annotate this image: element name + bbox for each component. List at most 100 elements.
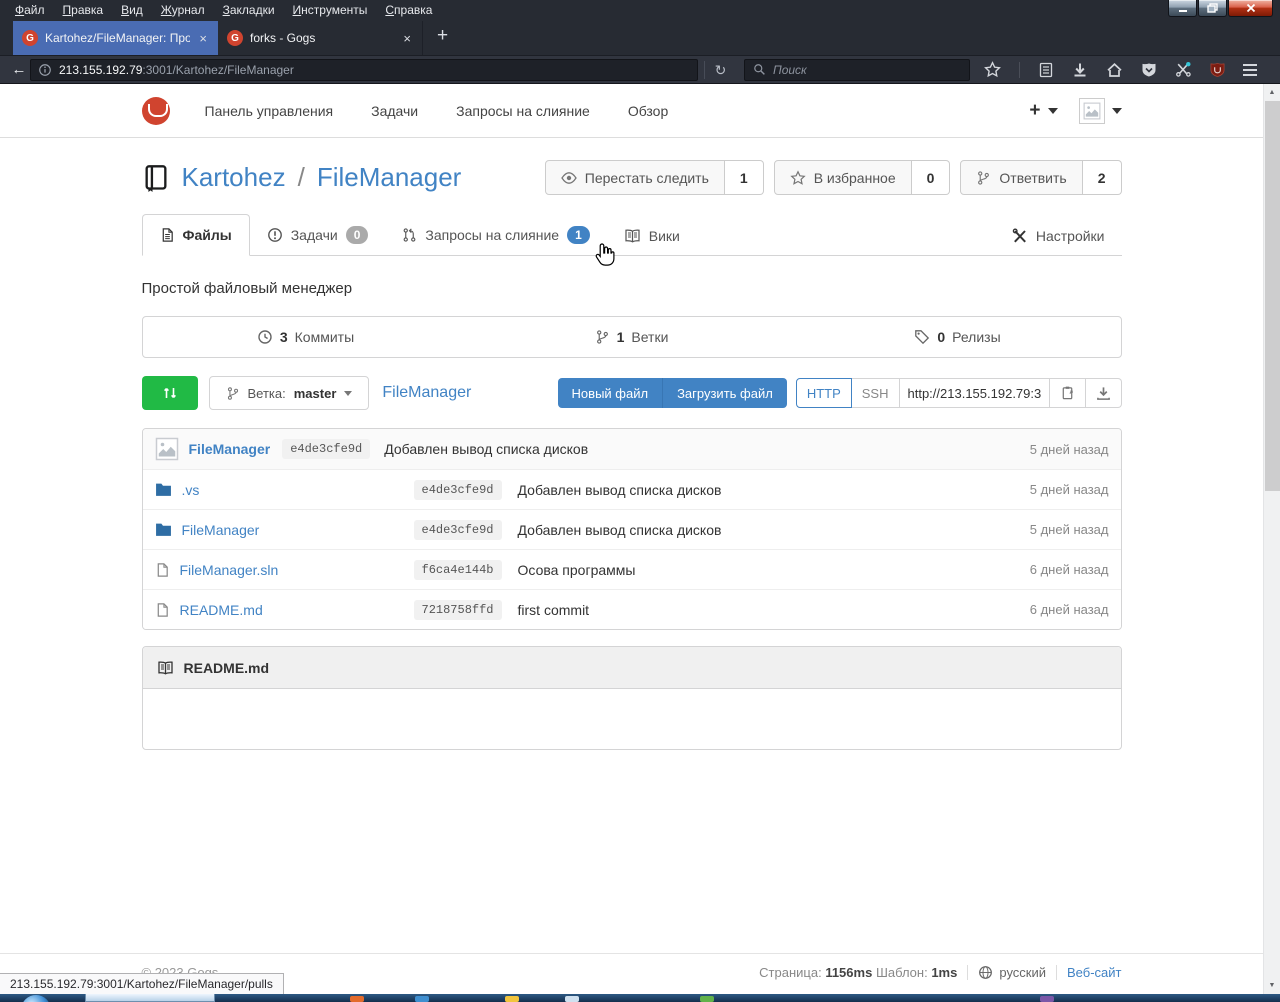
search-bar[interactable]: Поиск [744,59,970,81]
downloads-icon[interactable] [1072,62,1088,78]
scroll-down-arrow[interactable]: ▼ [1264,977,1280,994]
pocket-icon[interactable] [1141,62,1157,78]
nav-issues[interactable]: Задачи [352,103,437,119]
home-icon[interactable] [1106,62,1123,78]
ssh-button[interactable]: SSH [852,378,900,408]
website-link[interactable]: Веб-сайт [1067,965,1121,980]
commit-hash-link[interactable]: e4de3cfe9d [414,480,502,500]
create-new-button[interactable]: + [1029,100,1040,122]
branch-dropdown[interactable]: Ветка: master [209,376,370,410]
folder-icon [155,482,172,497]
menu-tools[interactable]: Инструменты [284,1,377,19]
wiki-book-icon [624,228,641,244]
commit-hash-link[interactable]: f6ca4e144b [414,560,502,580]
copy-url-button[interactable] [1050,378,1086,408]
breadcrumb[interactable]: FileManager [382,384,471,402]
new-tab-button[interactable]: + [423,21,462,55]
tab-close-icon[interactable]: × [401,31,413,46]
tab-wiki[interactable]: Вики [607,216,697,256]
scrollbar-thumb[interactable] [1265,101,1280,491]
nav-explore[interactable]: Обзор [609,103,687,119]
nav-pulls[interactable]: Запросы на слияние [437,103,609,119]
scroll-up-arrow[interactable]: ▲ [1264,84,1280,101]
stars-count[interactable]: 0 [912,160,951,195]
file-link[interactable]: README.md [180,602,263,618]
avatar[interactable] [1079,98,1105,124]
taskbar-icon[interactable] [565,996,579,1002]
tab-issues[interactable]: Задачи 0 [250,214,386,256]
clone-panel: HTTP SSH [796,378,1122,408]
minimize-button[interactable] [1168,0,1197,17]
tab-settings[interactable]: Настройки [995,216,1122,256]
restore-button[interactable] [1198,0,1227,17]
windows-taskbar[interactable] [0,994,1280,1002]
repo-owner-link[interactable]: Kartohez [182,162,286,193]
branches-label: Ветки [631,329,668,345]
taskbar-icon[interactable] [505,996,519,1002]
taskbar-icon[interactable] [1040,996,1054,1002]
pulls-badge: 1 [567,226,590,244]
unwatch-button[interactable]: Перестать следить [545,160,725,195]
ublock-icon[interactable] [1210,62,1225,78]
back-button[interactable]: ← [8,61,30,78]
close-button[interactable] [1228,0,1273,17]
file-link[interactable]: FileManager [182,522,260,538]
caret-down-icon[interactable] [1048,108,1058,114]
file-link[interactable]: .vs [182,482,200,498]
taskbar-icon[interactable] [700,996,714,1002]
http-button[interactable]: HTTP [796,378,852,408]
commit-hash-link[interactable]: e4de3cfe9d [414,520,502,540]
star-button[interactable]: В избранное [774,160,912,195]
new-file-button[interactable]: Новый файл [558,378,663,408]
commits-link[interactable]: 3 Коммиты [143,329,469,345]
tab-pulls[interactable]: Запросы на слияние 1 [385,214,606,256]
repo-header: Kartohez / FileManager Перестать следить… [142,160,1122,195]
menu-edit[interactable]: Правка [54,1,113,19]
taskbar-icon[interactable] [415,996,429,1002]
forks-count[interactable]: 2 [1083,160,1122,195]
exchange-icon [162,385,178,401]
commit-hash-link[interactable]: 7218758ffd [414,600,502,620]
upload-file-button[interactable]: Загрузить файл [662,378,787,408]
fork-button[interactable]: Ответвить [960,160,1082,195]
vertical-scrollbar[interactable]: ▲ ▼ [1263,84,1280,994]
fork-icon [976,170,991,186]
watchers-count[interactable]: 1 [725,160,764,195]
tab-close-icon[interactable]: × [197,31,209,46]
menu-view[interactable]: Вид [112,1,152,19]
browser-tab[interactable]: G forks - Gogs × [218,21,423,55]
download-archive-button[interactable] [1086,378,1122,408]
menu-file[interactable]: Файл [6,1,54,19]
menu-help[interactable]: Справка [376,1,441,19]
releases-link[interactable]: 0 Релизы [795,329,1121,345]
compare-button[interactable] [142,376,198,410]
reload-button[interactable]: ↻ [704,61,736,79]
nav-dashboard[interactable]: Панель управления [186,103,353,119]
start-orb[interactable] [21,995,51,1002]
page-time-value: 1156ms [825,965,872,980]
commit-hash-link[interactable]: e4de3cfe9d [282,439,370,459]
tab-issues-label: Задачи [291,227,338,243]
clone-url-input[interactable] [900,378,1050,408]
bookmarks-list-icon[interactable] [1038,62,1054,78]
file-link[interactable]: FileManager.sln [180,562,279,578]
taskbar-icon[interactable] [350,996,364,1002]
menu-bookmarks[interactable]: Закладки [214,1,284,19]
window-controls [1167,0,1273,17]
browser-tabbar: G Kartohez/FileManager: Прос × G forks -… [0,20,1280,56]
committer-link[interactable]: FileManager [189,441,271,457]
tab-files[interactable]: Файлы [142,214,250,256]
hamburger-menu-icon[interactable] [1243,64,1257,76]
taskbar-button[interactable] [85,994,215,1002]
branches-link[interactable]: 1 Ветки [469,329,795,345]
branch-icon [595,329,610,345]
browser-tab-active[interactable]: G Kartohez/FileManager: Прос × [13,21,218,55]
gogs-logo-icon[interactable] [142,97,170,125]
caret-down-icon[interactable] [1112,108,1122,114]
menu-history[interactable]: Журнал [152,1,214,19]
url-bar[interactable]: 213.155.192.79:3001/Kartohez/FileManager [30,59,698,81]
extension-icon[interactable] [1175,61,1192,78]
language-dropdown[interactable]: русский [978,965,1046,980]
bookmark-star-icon[interactable] [984,61,1001,78]
repo-name-link[interactable]: FileManager [317,162,462,193]
